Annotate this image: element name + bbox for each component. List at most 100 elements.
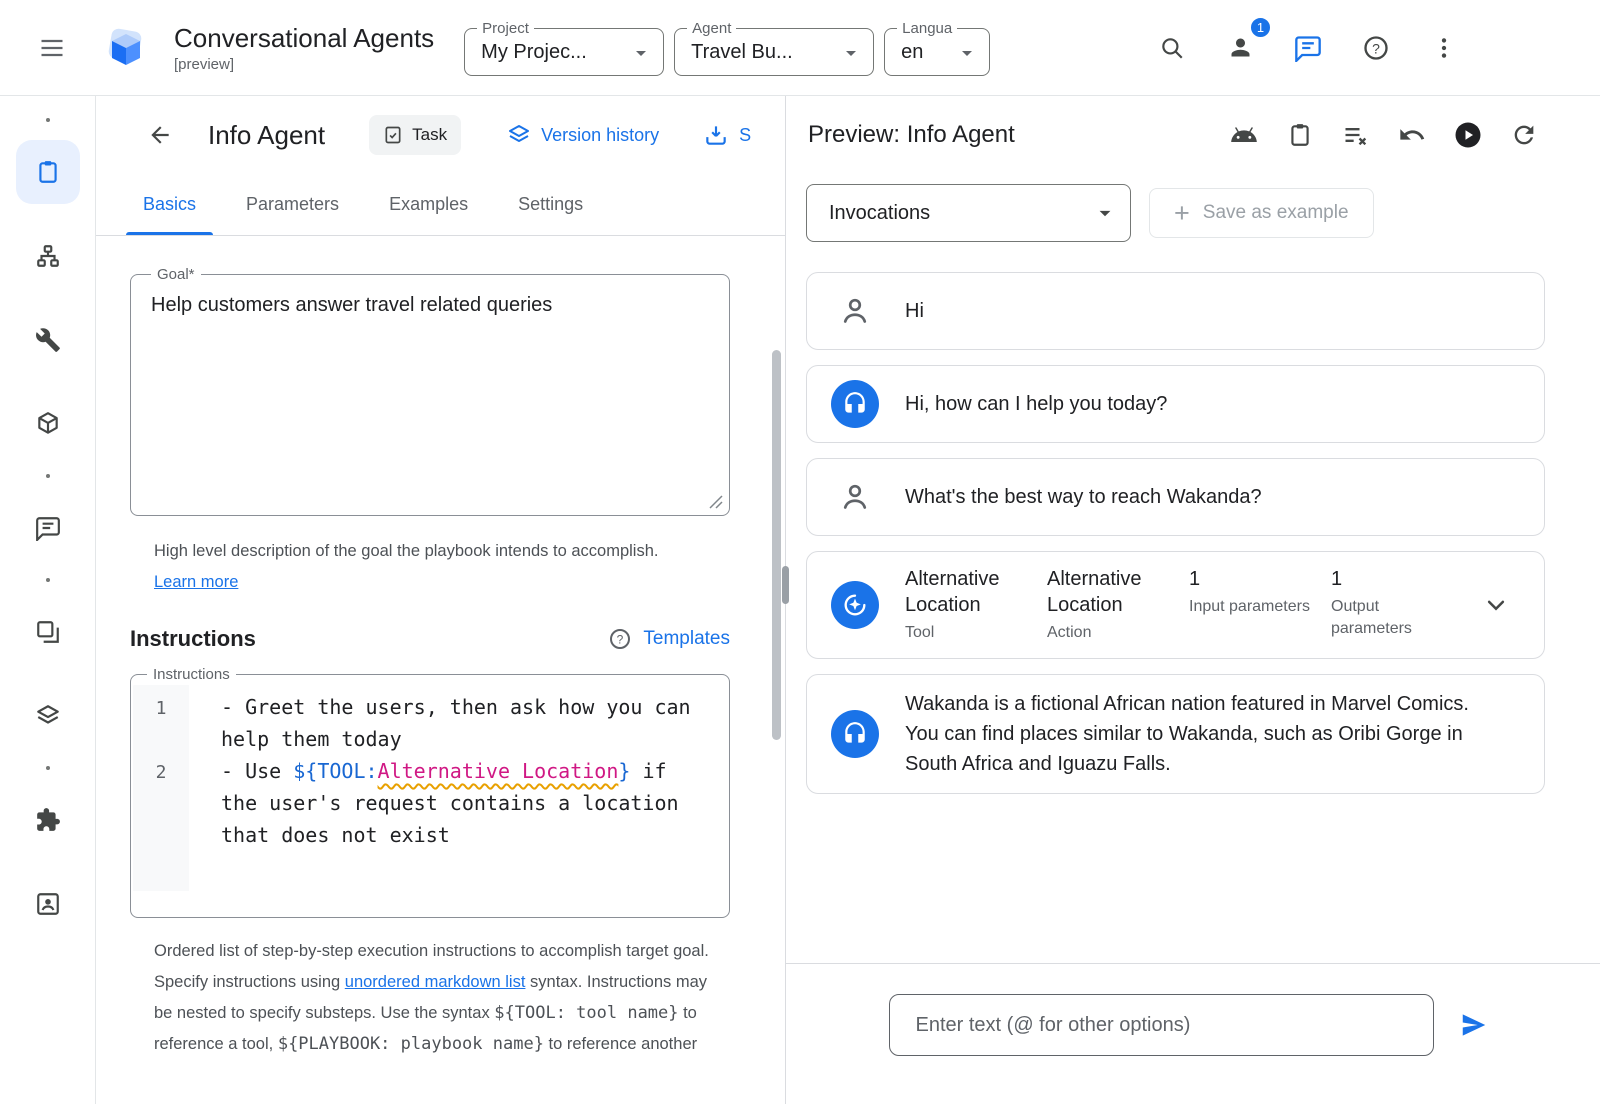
help-button[interactable]: ? xyxy=(1352,24,1400,72)
person-icon xyxy=(837,293,873,329)
sidebar-item-integrations[interactable] xyxy=(16,392,80,456)
tab-basics[interactable]: Basics xyxy=(118,174,221,235)
agent-selector[interactable]: Agent Travel Bu... xyxy=(674,20,874,76)
sitemap-icon xyxy=(35,243,61,269)
app-title: Conversational Agents xyxy=(174,23,434,54)
chevron-down-icon xyxy=(1092,200,1118,226)
sidebar-item-contacts[interactable] xyxy=(16,872,80,936)
code-line: 2 - Use ${TOOL:Alternative Location} if … xyxy=(133,755,727,851)
save-button[interactable]: S xyxy=(703,122,751,148)
copy-conversation-button[interactable] xyxy=(1280,115,1320,155)
tool-invoke-icon xyxy=(841,591,869,619)
more-options-button[interactable] xyxy=(1420,24,1468,72)
learn-more-link[interactable]: Learn more xyxy=(154,573,238,591)
expand-tool-details-button[interactable] xyxy=(1481,583,1511,627)
instructions-helper-text: Ordered list of step-by-step execution i… xyxy=(130,936,710,1060)
code-line-text: - Greet the users, then ask how you can … xyxy=(189,691,721,755)
goal-helper-text: High level description of the goal the p… xyxy=(130,536,670,598)
scrollbar-thumb[interactable] xyxy=(772,350,781,740)
tab-examples[interactable]: Examples xyxy=(364,174,493,235)
chat-input-bar xyxy=(786,963,1600,1104)
goal-textarea[interactable]: Help customers answer travel related que… xyxy=(151,291,713,319)
search-button[interactable] xyxy=(1148,24,1196,72)
conversation-messages: Hi Hi, how can I help you today? What's … xyxy=(786,258,1600,963)
sidebar-item-tools[interactable] xyxy=(16,308,80,372)
agent-avatar xyxy=(831,380,879,428)
notification-badge: 1 xyxy=(1249,16,1272,39)
account-badge-icon xyxy=(1227,34,1254,61)
templates-link[interactable]: Templates xyxy=(643,628,730,650)
menu-button[interactable] xyxy=(28,24,76,72)
preview-panel: Preview: Info Agent xyxy=(786,96,1600,1104)
restart-button[interactable] xyxy=(1504,115,1544,155)
tab-settings[interactable]: Settings xyxy=(493,174,608,235)
language-selector-value: en xyxy=(901,41,923,64)
chat-input[interactable] xyxy=(889,994,1434,1056)
menu-icon xyxy=(38,34,66,62)
back-button[interactable] xyxy=(136,111,184,159)
goal-field[interactable]: Goal* Help customers answer travel relat… xyxy=(130,266,730,516)
debug-button[interactable] xyxy=(1224,115,1264,155)
instructions-field[interactable]: Instructions 1 - Greet the users, then a… xyxy=(130,666,730,918)
agent-selector-value: Travel Bu... xyxy=(691,41,793,64)
undo-icon xyxy=(1398,121,1426,149)
run-button[interactable] xyxy=(1448,115,1488,155)
chat-bubble-icon xyxy=(35,515,61,541)
editor-content: Goal* Help customers answer travel relat… xyxy=(96,236,785,1104)
android-icon xyxy=(1230,121,1258,149)
tool-name-column: Alternative Location Tool xyxy=(905,566,1029,644)
preview-header: Preview: Info Agent xyxy=(786,96,1600,174)
app-title-block: Conversational Agents [preview] xyxy=(174,23,434,73)
send-button[interactable] xyxy=(1450,1001,1498,1049)
tool-input-column: 1 Input parameters xyxy=(1189,566,1313,618)
project-selector-value: My Projec... xyxy=(481,41,587,64)
markdown-list-link[interactable]: unordered markdown list xyxy=(345,973,526,991)
save-as-example-button[interactable]: + Save as example xyxy=(1149,188,1374,238)
user-message: What's the best way to reach Wakanda? xyxy=(806,458,1545,536)
rail-separator-dot xyxy=(46,118,50,122)
save-as-example-label: Save as example xyxy=(1203,202,1349,224)
version-history-label: Version history xyxy=(541,125,659,146)
agent-avatar xyxy=(831,710,879,758)
resize-handle-icon[interactable] xyxy=(709,495,723,509)
account-button[interactable]: 1 xyxy=(1216,24,1264,72)
preview-toolbar: Invocations + Save as example xyxy=(786,174,1600,258)
paste-icon xyxy=(1287,122,1313,148)
package-icon xyxy=(35,411,61,437)
svg-text:?: ? xyxy=(617,633,624,647)
help-circle-icon[interactable]: ? xyxy=(608,627,632,651)
sidebar-item-flows[interactable] xyxy=(16,224,80,288)
sidebar-item-conversations[interactable] xyxy=(16,496,80,560)
line-number: 2 xyxy=(133,755,189,851)
clear-list-icon xyxy=(1342,121,1370,149)
panel-resize-handle[interactable] xyxy=(782,566,789,604)
sidebar-item-playbooks[interactable] xyxy=(16,140,80,204)
sidebar-item-extensions[interactable] xyxy=(16,788,80,852)
topbar-actions: 1 ? xyxy=(1148,24,1468,72)
version-history-button[interactable]: Version history xyxy=(507,123,659,147)
language-selector[interactable]: Langua en xyxy=(884,20,990,76)
tab-parameters[interactable]: Parameters xyxy=(221,174,364,235)
chat-button[interactable] xyxy=(1284,24,1332,72)
sidebar-item-versions[interactable] xyxy=(16,684,80,748)
clear-conversation-button[interactable] xyxy=(1336,115,1376,155)
contact-card-icon xyxy=(35,891,61,917)
undo-button[interactable] xyxy=(1392,115,1432,155)
instructions-code-editor[interactable]: 1 - Greet the users, then ask how you ca… xyxy=(133,685,727,891)
instructions-header: Instructions ? Templates xyxy=(130,626,730,652)
headset-icon xyxy=(842,391,868,417)
invocations-select[interactable]: Invocations xyxy=(806,184,1131,242)
project-selector[interactable]: Project My Projec... xyxy=(464,20,664,76)
tool-output-column: 1 Output parameters xyxy=(1331,566,1455,640)
language-selector-label: Langua xyxy=(897,20,957,37)
sidebar-item-pages[interactable] xyxy=(16,600,80,664)
chat-icon xyxy=(1294,34,1322,62)
refresh-icon xyxy=(1510,121,1538,149)
agent-message: Wakanda is a fictional African nation fe… xyxy=(806,674,1545,794)
goal-field-label: Goal* xyxy=(151,266,201,283)
clipboard-icon xyxy=(35,159,61,185)
chevron-down-icon xyxy=(955,41,979,65)
goal-helper-segment: High level description of the goal the p… xyxy=(154,542,658,560)
agent-message: Hi, how can I help you today? xyxy=(806,365,1545,443)
wrench-icon xyxy=(35,327,61,353)
